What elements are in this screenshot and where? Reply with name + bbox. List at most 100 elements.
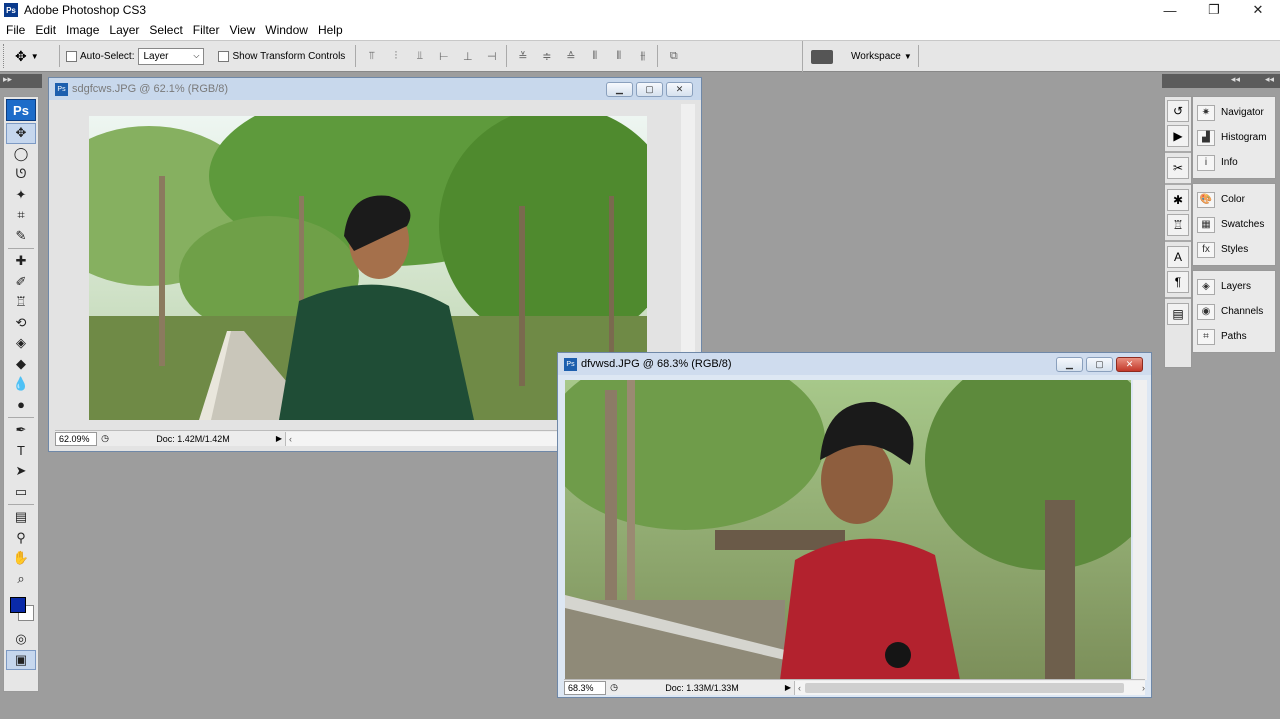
distribute-top-icon[interactable]: ≚ <box>513 50 531 63</box>
align-horizontal-center-icon[interactable]: ⊥ <box>458 50 476 63</box>
clone-source-icon[interactable]: ♖ <box>1167 214 1189 236</box>
distribute-right-icon[interactable]: ⫵ <box>633 50 651 63</box>
tool-preset-picker[interactable]: ✥ ▼ <box>15 48 53 65</box>
minimize-button[interactable]: — <box>1148 0 1192 20</box>
align-left-icon[interactable]: ⊢ <box>434 50 452 63</box>
tools-panel-grip[interactable]: ▸▸ <box>0 74 42 88</box>
hand-tool-icon[interactable]: ✋ <box>4 548 38 569</box>
panel-channels[interactable]: ◉ Channels <box>1193 299 1275 324</box>
minimize-button[interactable]: ▁ <box>606 82 633 97</box>
close-button[interactable]: ✕ <box>1116 357 1143 372</box>
panel-color[interactable]: 🎨 Color <box>1193 187 1275 212</box>
restore-button[interactable]: ❐ <box>1192 0 1236 20</box>
screen-mode-icon[interactable]: ▣ <box>6 649 36 670</box>
brush-tool-icon[interactable]: ✐ <box>4 272 38 293</box>
auto-select-dropdown[interactable]: Layer ⌵ <box>138 47 205 65</box>
type-tool-icon[interactable]: T <box>4 441 38 462</box>
photoshop-badge[interactable]: Ps <box>6 99 36 121</box>
workspace-button[interactable]: Workspace ▼ <box>851 51 912 62</box>
lasso-tool-icon[interactable]: ᘎ <box>4 164 38 185</box>
quick-mask-icon[interactable]: ◎ <box>4 629 38 650</box>
distribute-vertical-center-icon[interactable]: ≑ <box>537 50 555 63</box>
status-info-icon[interactable]: ◷ <box>97 433 113 444</box>
menu-window[interactable]: Window <box>261 23 312 37</box>
menu-file[interactable]: File <box>2 23 29 37</box>
status-info-icon[interactable]: ◷ <box>606 682 622 693</box>
panel-styles[interactable]: fx Styles <box>1193 237 1275 262</box>
pen-tool-icon[interactable]: ✒ <box>4 420 38 441</box>
zoom-tool-icon[interactable]: ⌕ <box>4 569 38 590</box>
panel-layers[interactable]: ◈ Layers <box>1193 274 1275 299</box>
panel-histogram[interactable]: ▟ Histogram <box>1193 125 1275 150</box>
shape-tool-icon[interactable]: ▭ <box>4 482 38 503</box>
panel-label: Paths <box>1221 331 1247 342</box>
menu-select[interactable]: Select <box>145 23 186 37</box>
bridge-icon[interactable] <box>811 49 833 64</box>
panel-navigator[interactable]: ✷ Navigator <box>1193 100 1275 125</box>
magic-wand-tool-icon[interactable]: ✦ <box>4 185 38 206</box>
foreground-color-swatch[interactable] <box>10 597 26 613</box>
align-bottom-icon[interactable]: ⫫ <box>410 50 428 63</box>
eyedropper-tool-icon[interactable]: ⚲ <box>4 528 38 549</box>
close-button[interactable]: ✕ <box>1236 0 1280 20</box>
menu-layer[interactable]: Layer <box>105 23 143 37</box>
path-selection-tool-icon[interactable]: ➤ <box>4 461 38 482</box>
tool-presets-icon[interactable]: ✂ <box>1167 157 1189 179</box>
history-brush-tool-icon[interactable]: ⟲ <box>4 313 38 334</box>
scrollbar-thumb[interactable] <box>805 682 1124 693</box>
minimize-button[interactable]: ▁ <box>1056 357 1083 372</box>
slice-tool-icon[interactable]: ✎ <box>4 226 38 247</box>
menu-view[interactable]: View <box>225 23 259 37</box>
distribute-left-icon[interactable]: ⫴ <box>585 50 603 63</box>
options-bar-grip[interactable] <box>3 44 9 68</box>
image-canvas[interactable] <box>565 380 1131 680</box>
menu-image[interactable]: Image <box>62 23 103 37</box>
clone-stamp-tool-icon[interactable]: ♖ <box>4 292 38 313</box>
menu-help[interactable]: Help <box>314 23 347 37</box>
brushes-panel-icon[interactable]: ✱ <box>1167 189 1189 211</box>
align-top-icon[interactable]: ⫪ <box>362 50 380 63</box>
maximize-button[interactable]: ▢ <box>1086 357 1113 372</box>
status-menu-arrow-icon[interactable]: ▶ <box>782 683 794 692</box>
zoom-level-field[interactable]: 62.09% <box>55 431 97 446</box>
panel-label: Color <box>1221 194 1245 205</box>
menu-filter[interactable]: Filter <box>189 23 224 37</box>
document-title-bar[interactable]: Ps dfvwsd.JPG @ 68.3% (RGB/8) ▁ ▢ ✕ <box>558 353 1151 375</box>
zoom-level-field[interactable]: 68.3% <box>564 680 606 695</box>
layer-comps-icon[interactable]: ▤ <box>1167 303 1189 325</box>
menu-edit[interactable]: Edit <box>31 23 60 37</box>
distribute-horizontal-center-icon[interactable]: ⦀ <box>609 50 627 63</box>
maximize-button[interactable]: ▢ <box>636 82 663 97</box>
align-vertical-center-icon[interactable]: ⫶ <box>386 50 404 63</box>
paragraph-panel-icon[interactable]: ¶ <box>1167 271 1189 293</box>
healing-brush-tool-icon[interactable]: ✚ <box>4 251 38 272</box>
document-title-bar[interactable]: Ps sdgfcws.JPG @ 62.1% (RGB/8) ▁ ▢ ✕ <box>49 78 701 100</box>
history-panel-icon[interactable]: ↺ <box>1167 100 1189 122</box>
character-panel-icon[interactable]: A <box>1167 246 1189 268</box>
show-transform-controls-option[interactable]: Show Transform Controls <box>218 50 345 62</box>
move-tool-icon[interactable]: ✥ <box>6 123 36 144</box>
show-transform-controls-checkbox[interactable] <box>218 50 230 62</box>
panel-swatches[interactable]: ▦ Swatches <box>1193 212 1275 237</box>
marquee-tool-icon[interactable]: ◯ <box>4 144 38 165</box>
actions-panel-icon[interactable]: ▶ <box>1167 125 1189 147</box>
horizontal-scrollbar[interactable]: ‹ › <box>794 680 1145 695</box>
align-right-icon[interactable]: ⊣ <box>482 50 500 63</box>
app-title-bar: Ps Adobe Photoshop CS3 — ❐ ✕ <box>0 0 1280 20</box>
vertical-scrollbar[interactable] <box>1133 380 1147 680</box>
auto-select-checkbox[interactable] <box>66 50 77 62</box>
panel-paths[interactable]: ⌗ Paths <box>1193 324 1275 349</box>
status-menu-arrow-icon[interactable]: ▶ <box>273 434 285 443</box>
auto-select-option[interactable]: Auto-Select: <box>66 50 134 62</box>
panels-grip[interactable]: ◂◂ ◂◂ <box>1162 74 1280 88</box>
notes-tool-icon[interactable]: ▤ <box>4 507 38 528</box>
auto-align-layers-icon[interactable]: ⧉ <box>664 50 682 63</box>
dodge-tool-icon[interactable]: ● <box>4 395 38 416</box>
crop-tool-icon[interactable]: ⌗ <box>4 205 38 226</box>
close-button[interactable]: ✕ <box>666 82 693 97</box>
panel-info[interactable]: i Info <box>1193 150 1275 175</box>
eraser-tool-icon[interactable]: ◈ <box>4 333 38 354</box>
distribute-bottom-icon[interactable]: ≙ <box>561 50 579 63</box>
blur-tool-icon[interactable]: 💧 <box>4 374 38 395</box>
paint-bucket-tool-icon[interactable]: ◆ <box>4 354 38 375</box>
